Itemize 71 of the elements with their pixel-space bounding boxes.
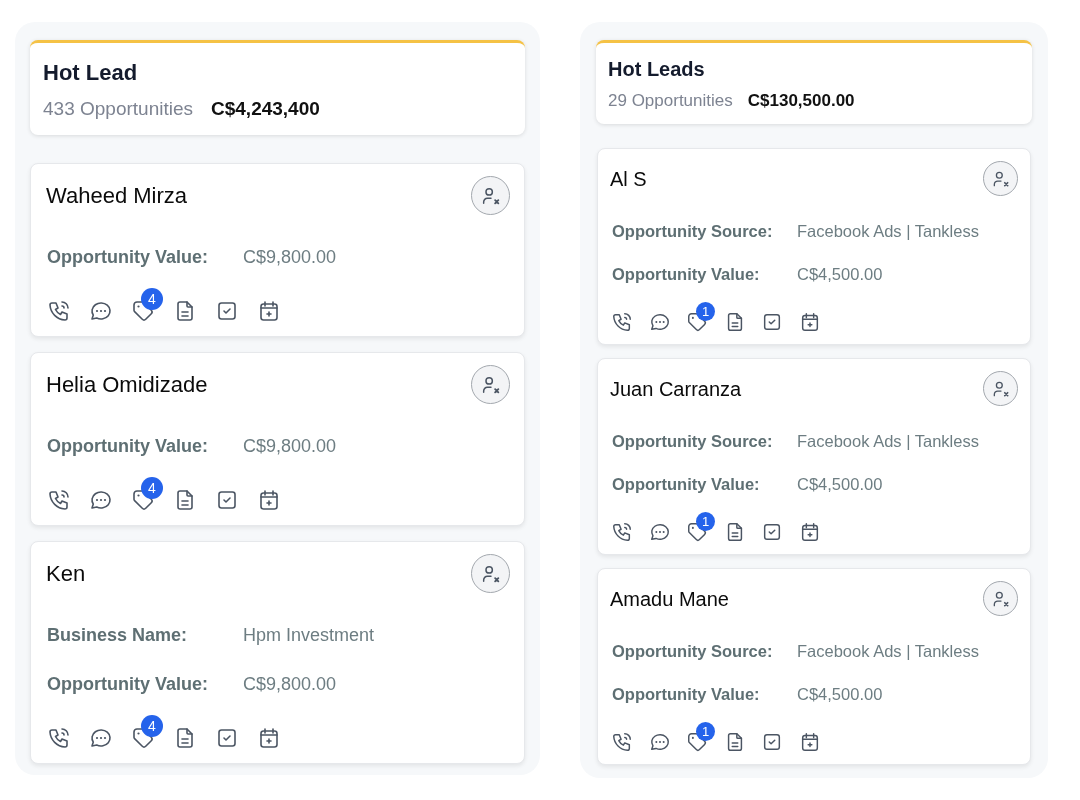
count-badge: 1 <box>696 512 715 531</box>
chat-icon[interactable] <box>89 726 113 750</box>
lead-card[interactable]: Amadu Mane Opportunity Source: Facebook Ads | Tankless Opportunity Value: C$4,500.00 1 <box>597 568 1031 765</box>
contact-name: Waheed Mirza <box>46 181 187 210</box>
field-label: Opportunity Value: <box>612 264 761 285</box>
checkbox-icon[interactable] <box>761 521 783 543</box>
checkbox-icon[interactable] <box>761 731 783 753</box>
column-total: C$4,243,400 <box>211 97 320 121</box>
opportunity-count: 433 Opportunities <box>43 97 193 121</box>
field-label: Opportunity Source: <box>612 221 774 242</box>
count-badge: 4 <box>141 288 163 310</box>
field-label: Opportunity Value: <box>47 435 209 458</box>
chat-icon[interactable] <box>648 311 671 333</box>
chat-icon[interactable] <box>89 299 113 323</box>
field-value: C$4,500.00 <box>797 684 883 705</box>
remove-contact-button[interactable] <box>471 176 510 215</box>
remove-contact-button[interactable] <box>471 554 510 593</box>
lead-card[interactable]: Waheed Mirza Opportunity Value: C$9,800.00 4 <box>30 163 525 337</box>
calendar-plus-icon[interactable] <box>257 299 281 323</box>
contact-name: Ken <box>46 559 86 588</box>
phone-icon[interactable] <box>47 299 71 323</box>
calendar-plus-icon[interactable] <box>257 488 281 512</box>
field-value: Hpm Investment <box>243 624 375 647</box>
field-value: Facebook Ads | Tankless <box>797 221 979 242</box>
field-label: Business Name: <box>47 624 189 647</box>
field-value: C$4,500.00 <box>797 474 883 495</box>
field-label: Opportunity Source: <box>612 431 774 452</box>
remove-contact-button[interactable] <box>983 161 1018 196</box>
field-value: Facebook Ads | Tankless <box>797 431 979 452</box>
chat-icon[interactable] <box>648 731 671 753</box>
phone-icon[interactable] <box>47 726 71 750</box>
field-value: C$9,800.00 <box>243 673 337 696</box>
column-total: C$130,500.00 <box>747 90 855 112</box>
count-badge: 1 <box>696 722 715 741</box>
chat-icon[interactable] <box>89 488 113 512</box>
field-label: Opportunity Source: <box>612 641 774 662</box>
phone-icon[interactable] <box>47 488 71 512</box>
contact-name: Helia Omidizade <box>46 370 208 399</box>
checkbox-icon[interactable] <box>761 311 783 333</box>
field-value: C$4,500.00 <box>797 264 883 285</box>
field-label: Opportunity Value: <box>612 474 761 495</box>
count-badge: 4 <box>141 477 163 499</box>
chat-icon[interactable] <box>648 521 671 543</box>
field-value: Facebook Ads | Tankless <box>797 641 979 662</box>
contact-name: Juan Carranza <box>610 376 742 402</box>
remove-contact-button[interactable] <box>471 365 510 404</box>
checkbox-icon[interactable] <box>215 488 239 512</box>
phone-icon[interactable] <box>611 311 633 333</box>
checkbox-icon[interactable] <box>215 726 239 750</box>
field-label: Opportunity Value: <box>47 246 209 269</box>
field-label: Opportunity Value: <box>47 673 209 696</box>
phone-icon[interactable] <box>611 731 633 753</box>
remove-contact-button[interactable] <box>983 371 1018 406</box>
calendar-plus-icon[interactable] <box>257 726 281 750</box>
lead-card[interactable]: Ken Business Name: Hpm Investment Opportunity Value: C$9,800.00 4 <box>30 541 525 764</box>
remove-contact-button[interactable] <box>983 581 1018 616</box>
contact-name: Al S <box>610 166 647 192</box>
column-title: Hot Leads <box>608 57 706 82</box>
column-title: Hot Lead <box>43 59 139 87</box>
lead-card[interactable]: Al S Opportunity Source: Facebook Ads | Tankless Opportunity Value: C$4,500.00 1 <box>597 148 1031 345</box>
opportunity-count: 29 Opportunities <box>608 90 733 112</box>
field-value: C$9,800.00 <box>243 435 337 458</box>
count-badge: 4 <box>141 715 163 737</box>
field-label: Opportunity Value: <box>612 684 761 705</box>
lead-card[interactable]: Helia Omidizade Opportunity Value: C$9,800.00 4 <box>30 352 525 526</box>
count-badge: 1 <box>696 302 715 321</box>
checkbox-icon[interactable] <box>215 299 239 323</box>
phone-icon[interactable] <box>611 521 633 543</box>
lead-card[interactable]: Juan Carranza Opportunity Source: Facebook Ads | Tankless Opportunity Value: C$4,500.00 1 <box>597 358 1031 555</box>
field-value: C$9,800.00 <box>243 246 337 269</box>
contact-name: Amadu Mane <box>610 586 729 612</box>
